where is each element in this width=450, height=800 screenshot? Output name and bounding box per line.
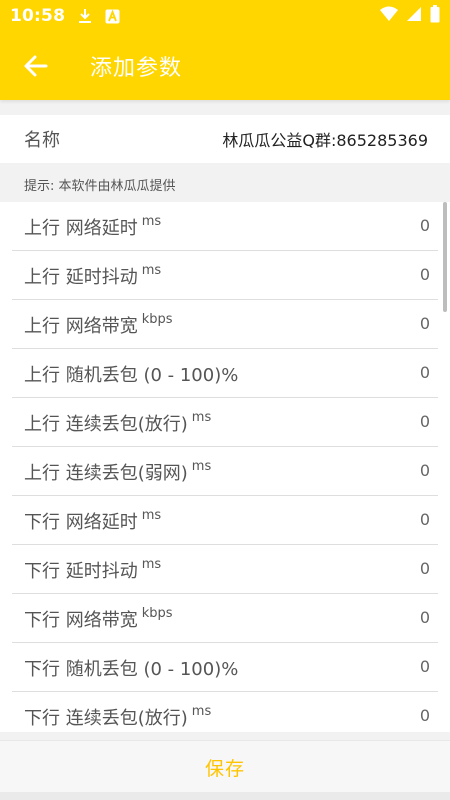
- param-label-text: 下行 延时抖动: [24, 561, 138, 582]
- param-label: 上行 连续丢包(放行) ms: [24, 410, 211, 436]
- status-bar: 10:58: [0, 0, 450, 32]
- param-row[interactable]: 上行 连续丢包(放行) ms 0: [12, 398, 438, 447]
- param-label: 上行 连续丢包(弱网) ms: [24, 459, 211, 485]
- param-label-text: 下行 随机丢包 (0 - 100)%: [24, 659, 239, 680]
- param-unit: ms: [191, 704, 212, 719]
- wifi-icon: [380, 6, 398, 27]
- param-value[interactable]: 0: [420, 657, 430, 676]
- bottom-divider: [0, 792, 450, 800]
- signal-icon: [406, 6, 422, 27]
- scrollbar[interactable]: [443, 202, 447, 312]
- param-row[interactable]: 下行 延时抖动 ms 0: [12, 545, 438, 594]
- param-row[interactable]: 下行 连续丢包(放行) ms 0: [12, 692, 438, 732]
- param-unit: ms: [141, 508, 162, 523]
- param-label-text: 下行 网络带宽: [24, 610, 138, 631]
- param-value[interactable]: 0: [420, 314, 430, 333]
- param-value[interactable]: 0: [420, 363, 430, 382]
- param-row[interactable]: 下行 网络延时 ms 0: [12, 496, 438, 545]
- download-icon: [77, 8, 93, 24]
- param-value[interactable]: 0: [420, 412, 430, 431]
- param-row[interactable]: 下行 随机丢包 (0 - 100)% 0: [12, 643, 438, 692]
- param-label-text: 下行 网络延时: [24, 512, 138, 533]
- param-row[interactable]: 上行 网络延时 ms 0: [12, 202, 438, 251]
- param-value[interactable]: 0: [420, 461, 430, 480]
- app-bar: 添加参数: [0, 32, 450, 100]
- param-row[interactable]: 下行 网络带宽 kbps 0: [12, 594, 438, 643]
- name-value[interactable]: 林瓜瓜公益Q群:865285369: [222, 127, 428, 151]
- param-row[interactable]: 上行 网络带宽 kbps 0: [12, 300, 438, 349]
- param-unit: ms: [191, 459, 212, 474]
- param-label: 下行 延时抖动 ms: [24, 557, 161, 583]
- status-time: 10:58: [10, 6, 66, 26]
- param-value[interactable]: 0: [420, 216, 430, 235]
- param-label: 下行 连续丢包(放行) ms: [24, 704, 211, 730]
- name-label: 名称: [24, 130, 60, 151]
- param-value[interactable]: 0: [420, 559, 430, 578]
- param-label: 上行 随机丢包 (0 - 100)%: [24, 361, 238, 387]
- param-row[interactable]: 上行 随机丢包 (0 - 100)% 0: [12, 349, 438, 398]
- tip-label: 提示: 本软件由林瓜瓜提供: [24, 178, 176, 194]
- save-bar: 保存: [0, 740, 450, 793]
- param-label-text: 上行 随机丢包 (0 - 100)%: [24, 365, 239, 386]
- param-unit: kbps: [141, 312, 173, 327]
- param-label-text: 下行 连续丢包(放行): [24, 708, 188, 729]
- param-unit: ms: [141, 557, 162, 572]
- param-label-text: 上行 连续丢包(放行): [24, 414, 188, 435]
- arrow-left-icon[interactable]: [22, 52, 50, 80]
- param-unit: ms: [191, 410, 212, 425]
- param-label: 上行 网络带宽 kbps: [24, 312, 173, 338]
- save-button[interactable]: 保存: [199, 753, 251, 782]
- param-label-text: 上行 网络带宽: [24, 316, 138, 337]
- param-label-text: 上行 延时抖动: [24, 267, 138, 288]
- param-value[interactable]: 0: [420, 706, 430, 725]
- page-title: 添加参数: [90, 56, 183, 81]
- param-label: 下行 随机丢包 (0 - 100)%: [24, 655, 238, 681]
- param-unit: ms: [141, 214, 162, 229]
- param-unit: kbps: [141, 606, 173, 621]
- param-value[interactable]: 0: [420, 608, 430, 627]
- param-value[interactable]: 0: [420, 510, 430, 529]
- param-label: 上行 网络延时 ms: [24, 214, 161, 240]
- param-unit: ms: [141, 263, 162, 278]
- param-value[interactable]: 0: [420, 265, 430, 284]
- param-label: 下行 网络带宽 kbps: [24, 606, 173, 632]
- param-row[interactable]: 上行 连续丢包(弱网) ms 0: [12, 447, 438, 496]
- param-label: 下行 网络延时 ms: [24, 508, 161, 534]
- name-row[interactable]: 名称 林瓜瓜公益Q群:865285369: [0, 115, 450, 163]
- param-label-text: 上行 连续丢包(弱网): [24, 463, 188, 484]
- tip-text: 提示: 本软件由林瓜瓜提供: [0, 166, 450, 202]
- param-list: 上行 网络延时 ms 0 上行 延时抖动 ms 0 上行 网络带宽 kbps 0 上行 随机丢包 …: [0, 202, 450, 732]
- param-label: 上行 延时抖动 ms: [24, 263, 161, 289]
- a-icon: [105, 9, 120, 24]
- battery-icon: [430, 4, 440, 28]
- param-label-text: 上行 网络延时: [24, 218, 138, 239]
- param-row[interactable]: 上行 延时抖动 ms 0: [12, 251, 438, 300]
